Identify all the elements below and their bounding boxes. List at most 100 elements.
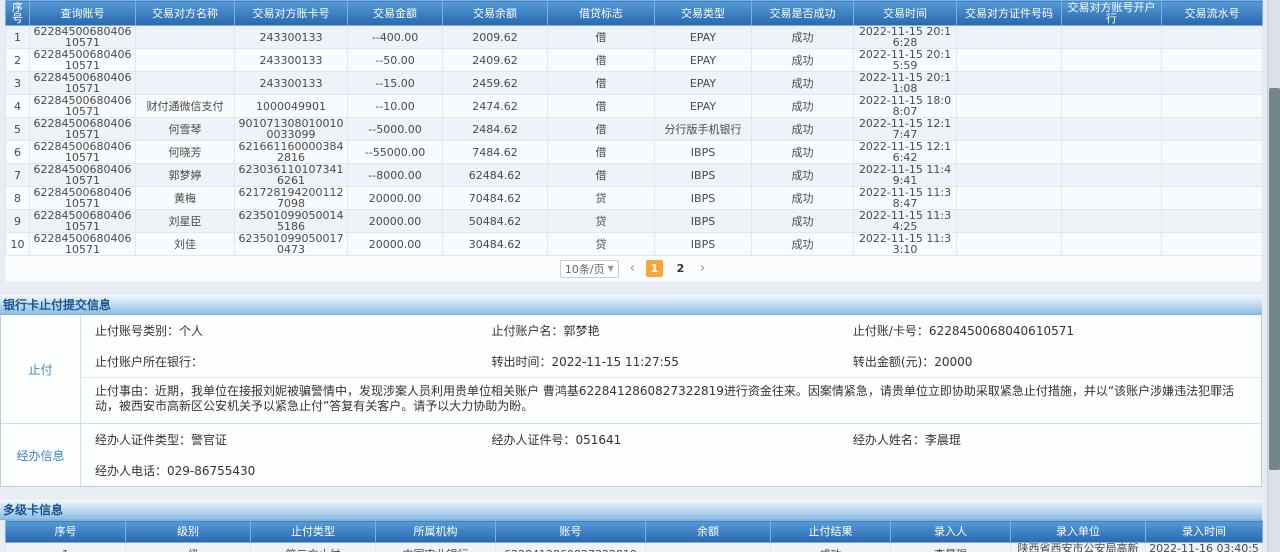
table-cell: IBPS <box>655 141 752 164</box>
table-cell: 3 <box>6 72 30 95</box>
table-cell: 2474.62 <box>443 95 548 118</box>
table-cell: 何晓芳 <box>136 141 235 164</box>
table-cell <box>1162 26 1263 49</box>
table-cell: EPAY <box>655 95 752 118</box>
table-cell: 9010713080100100033099 <box>235 118 348 141</box>
table-row: 36228450068040610571243300133--15.002459… <box>6 72 1263 95</box>
column-header: 所属机构 <box>376 521 496 543</box>
table-cell: 贷 <box>548 210 655 233</box>
table-header-row: 序号查询账号交易对方名称交易对方账卡号交易金额交易余额借贷标志交易类型交易是否成… <box>6 1 1263 26</box>
table-cell: 2022-11-15 20:11:08 <box>854 72 957 95</box>
table-cell: 李晨琨 <box>891 543 1011 552</box>
page-button-2[interactable]: 2 <box>672 260 689 277</box>
column-header: 录入人 <box>891 521 1011 543</box>
table-cell <box>1062 210 1162 233</box>
table-cell: 6228450068040610571 <box>30 164 136 187</box>
table-cell <box>1062 233 1162 256</box>
table-cell <box>957 164 1062 187</box>
table-row: 86228450068040610571黄梅621728194200112709… <box>6 187 1263 210</box>
table-cell: 6228450068040610571 <box>30 26 136 49</box>
column-header: 录入单位 <box>1011 521 1146 543</box>
table-cell: 刘星臣 <box>136 210 235 233</box>
table-cell: --5000.00 <box>348 118 443 141</box>
column-header: 序号 <box>6 521 126 543</box>
table-row: 66228450068040610571何晓芳62166116000038428… <box>6 141 1263 164</box>
table-cell: 成功 <box>752 233 854 256</box>
table-cell: 6216611600003842816 <box>235 141 348 164</box>
table-cell: 2022-11-15 11:33:10 <box>854 233 957 256</box>
table-cell: 借 <box>548 118 655 141</box>
table-cell: 62484.62 <box>443 164 548 187</box>
table-cell: 9 <box>6 210 30 233</box>
table-cell: 2459.62 <box>443 72 548 95</box>
table-cell <box>1062 26 1162 49</box>
table-cell: 2022-11-16 03:40:51 <box>1146 543 1263 552</box>
table-cell <box>1062 187 1162 210</box>
chevron-down-icon: ▼ <box>608 264 614 273</box>
column-header: 交易流水号 <box>1162 1 1263 26</box>
field-account-bank: 止付账户所在银行： <box>95 353 491 370</box>
table-cell: 陕西省西安市公安局高新分局刑警大队 <box>1011 543 1146 552</box>
table-cell: 6228450068040610571 <box>30 210 136 233</box>
handler-fields: 经办人证件类型：警官证 经办人证件号：051641 经办人姓名：李晨琨 经办人电… <box>81 424 1261 486</box>
table-cell <box>1062 118 1162 141</box>
table-cell: 成功 <box>771 543 891 552</box>
table-cell: 借 <box>548 72 655 95</box>
table-cell: 借 <box>548 141 655 164</box>
column-header: 交易对方账卡号 <box>235 1 348 26</box>
table-cell <box>1162 49 1263 72</box>
table-cell <box>1162 187 1263 210</box>
page-size-select[interactable]: 10条/页 ▼ <box>560 260 619 278</box>
table-cell: EPAY <box>655 26 752 49</box>
field-handler-id-number: 经办人证件号：051641 <box>491 431 852 448</box>
table-cell: 2022-11-15 18:08:07 <box>854 95 957 118</box>
table-cell: IBPS <box>655 164 752 187</box>
table-cell: 分行版手机银行 <box>655 118 752 141</box>
table-cell: 借 <box>548 26 655 49</box>
table-cell: 6217281942001127098 <box>235 187 348 210</box>
table-cell: 2484.62 <box>443 118 548 141</box>
column-header: 交易对方账号开户行 <box>1062 1 1162 26</box>
table-cell: 6228450068040610571 <box>30 187 136 210</box>
table-cell: IBPS <box>655 187 752 210</box>
table-cell <box>136 72 235 95</box>
table-cell <box>1162 210 1263 233</box>
page-button-1[interactable]: 1 <box>646 260 663 277</box>
table-cell <box>1162 95 1263 118</box>
table-cell: 2022-11-15 12:16:42 <box>854 141 957 164</box>
scrollbar-track[interactable] <box>1267 0 1280 552</box>
table-cell <box>1162 118 1263 141</box>
table-cell: 借 <box>548 49 655 72</box>
scrollbar-thumb[interactable] <box>1269 88 1280 470</box>
prev-page-button[interactable]: ‹ <box>628 261 637 276</box>
field-handler-name: 经办人姓名：李晨琨 <box>853 431 1261 448</box>
table-cell: 6230361101073416261 <box>235 164 348 187</box>
table-header-row: 序号级别止付类型所属机构账号余额止付结果录入人录入单位录入时间 <box>6 521 1263 543</box>
table-cell: 成功 <box>752 26 854 49</box>
page-content: 序号查询账号交易对方名称交易对方账卡号交易金额交易余额借贷标志交易类型交易是否成… <box>0 0 1262 552</box>
table-cell: 243300133 <box>235 72 348 95</box>
next-page-button[interactable]: › <box>698 261 707 276</box>
table-cell <box>1062 141 1162 164</box>
table-cell: EPAY <box>655 49 752 72</box>
table-cell <box>957 210 1062 233</box>
column-header: 止付结果 <box>771 521 891 543</box>
transaction-table-body: 16228450068040610571243300133--400.00200… <box>6 26 1263 256</box>
table-cell: 243300133 <box>235 49 348 72</box>
column-header: 级别 <box>126 521 251 543</box>
table-cell: 6 <box>6 141 30 164</box>
column-header: 录入时间 <box>1146 521 1263 543</box>
table-cell <box>1162 164 1263 187</box>
table-cell: 6235010990500170473 <box>235 233 348 256</box>
table-cell: 第三方止付 <box>251 543 376 552</box>
table-cell <box>1162 233 1263 256</box>
table-row: 56228450068040610571何雪琴90107130801001000… <box>6 118 1263 141</box>
table-cell: 70484.62 <box>443 187 548 210</box>
table-cell: 243300133 <box>235 26 348 49</box>
table-cell: 2409.62 <box>443 49 548 72</box>
table-row: 106228450068040610571刘佳62350109905001704… <box>6 233 1263 256</box>
field-handler-id-type: 经办人证件类型：警官证 <box>95 431 491 448</box>
table-cell: 成功 <box>752 118 854 141</box>
table-cell: 郭梦婷 <box>136 164 235 187</box>
stop-payment-panel: 止付 止付账号类别：个人 止付账户名：郭梦艳 止付账/卡号：6228450068… <box>0 315 1262 487</box>
